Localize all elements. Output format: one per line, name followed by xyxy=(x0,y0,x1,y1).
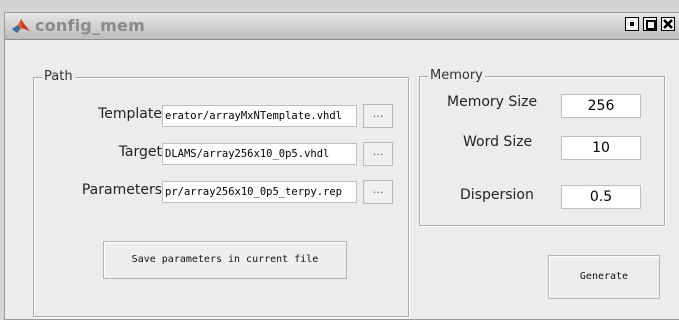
dispersion-label: Dispersion xyxy=(460,187,534,203)
maximize-button[interactable] xyxy=(643,17,657,31)
path-group: Path Template erator/arrayMxNTemplate.vh… xyxy=(33,69,409,317)
minimize-icon xyxy=(630,22,634,26)
parameters-field[interactable]: pr/array256x10_0p5_terpy.rep xyxy=(162,181,357,203)
memory-size-field[interactable]: 256 xyxy=(561,94,641,118)
config-mem-window: config_mem Path Template erator/arrayMxN… xyxy=(4,12,679,320)
close-icon xyxy=(663,19,673,29)
target-label: Target xyxy=(118,144,162,160)
generate-button[interactable]: Generate xyxy=(548,255,660,299)
target-browse-button[interactable]: ... xyxy=(363,142,393,166)
path-group-title: Path xyxy=(42,69,75,84)
template-browse-button[interactable]: ... xyxy=(363,104,393,128)
memory-group: Memory Memory Size 256 Word Size 10 Disp… xyxy=(419,68,665,226)
window-title: config_mem xyxy=(35,16,145,35)
template-label: Template xyxy=(98,106,162,122)
memory-group-title: Memory xyxy=(428,68,485,83)
window-content: Path Template erator/arrayMxNTemplate.vh… xyxy=(5,40,679,319)
maximize-icon xyxy=(646,20,656,30)
target-field[interactable]: DLAMS/array256x10_0p5.vhdl xyxy=(162,143,357,165)
close-button[interactable] xyxy=(661,17,675,31)
word-size-field[interactable]: 10 xyxy=(561,136,641,160)
parameters-browse-button[interactable]: ... xyxy=(363,180,393,204)
save-parameters-button[interactable]: Save parameters in current file xyxy=(103,241,347,279)
template-field[interactable]: erator/arrayMxNTemplate.vhdl xyxy=(162,105,357,127)
matlab-icon xyxy=(12,19,30,33)
dispersion-field[interactable]: 0.5 xyxy=(561,185,641,209)
minimize-button[interactable] xyxy=(625,17,639,31)
parameters-label: Parameters xyxy=(81,182,162,198)
title-bar[interactable]: config_mem xyxy=(5,13,679,40)
word-size-label: Word Size xyxy=(463,134,533,150)
memory-size-label: Memory Size xyxy=(447,94,538,110)
